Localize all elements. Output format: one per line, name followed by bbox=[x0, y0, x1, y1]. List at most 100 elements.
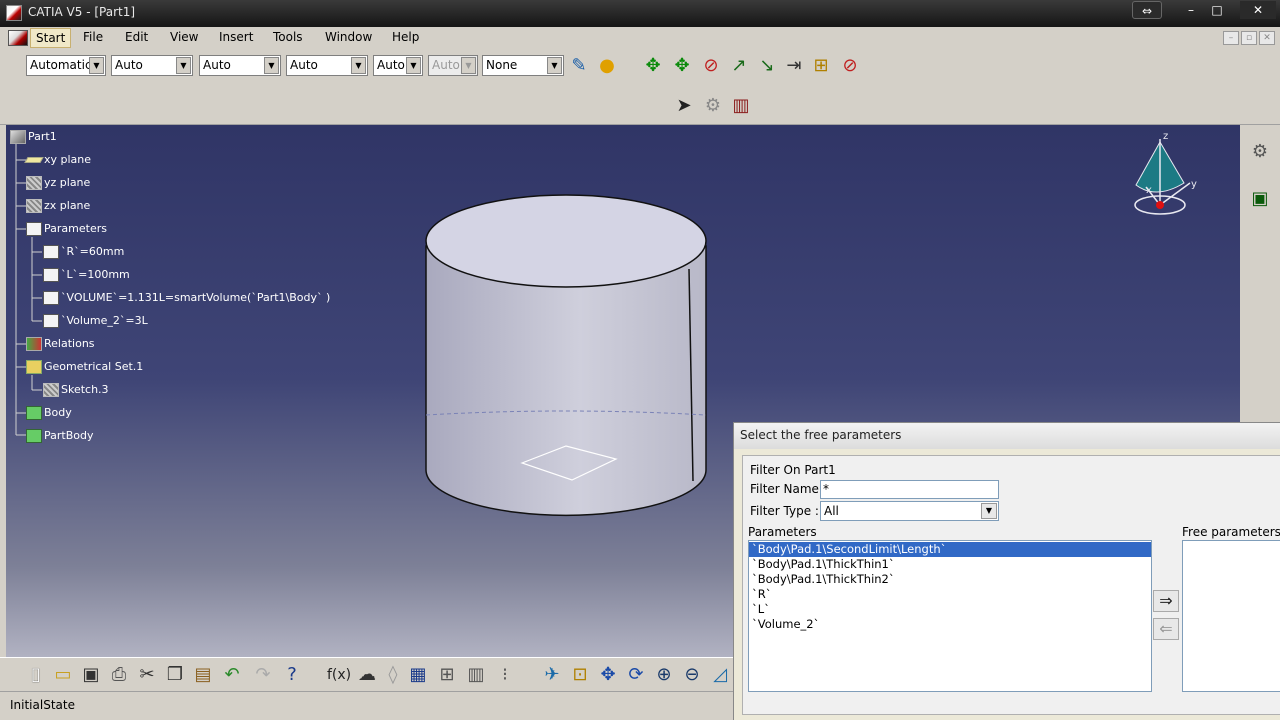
parameter-formula-icon bbox=[43, 291, 59, 305]
compass-y-label: y bbox=[1191, 179, 1197, 190]
list-item[interactable]: `Body\Pad.1\ThickThin2` bbox=[749, 572, 1151, 587]
zoom-in-icon[interactable]: ⊕ bbox=[652, 663, 676, 687]
tree-item-body[interactable]: Body bbox=[26, 403, 72, 423]
tree-item-param-volume-2[interactable]: `Volume_2`=3L bbox=[43, 311, 148, 331]
window-title: CATIA V5 - [Part1] bbox=[28, 5, 136, 19]
table-icon[interactable]: ▦ bbox=[406, 663, 430, 687]
menu-help[interactable]: Help bbox=[392, 30, 419, 44]
material-sphere-icon[interactable]: ● bbox=[595, 54, 619, 78]
menu-window[interactable]: Window bbox=[325, 30, 372, 44]
redo-icon[interactable]: ↷ bbox=[251, 663, 275, 687]
tree-item-part1[interactable]: Part1 bbox=[10, 127, 57, 147]
comment-icon[interactable]: ☁ bbox=[355, 663, 379, 687]
rotate-icon[interactable]: ⟳ bbox=[624, 663, 648, 687]
zoom-out-icon[interactable]: ⊖ bbox=[680, 663, 704, 687]
undo-icon[interactable]: ↶ bbox=[220, 663, 244, 687]
compass[interactable]: z y x bbox=[1134, 131, 1197, 215]
point-symbol-combo[interactable]: Auto ▼ bbox=[373, 55, 423, 76]
save-icon[interactable]: ▣ bbox=[79, 663, 103, 687]
list-item[interactable]: `R` bbox=[749, 587, 1151, 602]
doc-restore-button[interactable]: ▫ bbox=[1241, 31, 1257, 45]
open-icon[interactable]: ▭ bbox=[51, 663, 75, 687]
layer-combo[interactable]: None ▼ bbox=[482, 55, 564, 76]
remove-parameter-button[interactable]: ⇐ bbox=[1153, 618, 1179, 640]
remove-icon[interactable]: ⊘ bbox=[699, 54, 723, 78]
tree-item-param-l[interactable]: `L`=100mm bbox=[43, 265, 130, 285]
resize-button[interactable]: ⇔ bbox=[1132, 1, 1162, 19]
close-button[interactable]: ✕ bbox=[1240, 1, 1276, 19]
menu-file[interactable]: File bbox=[83, 30, 103, 44]
list-item[interactable]: `Volume_2` bbox=[749, 617, 1151, 632]
tree-item-parameters[interactable]: Parameters bbox=[26, 219, 107, 239]
design-table-icon[interactable]: ⊞ bbox=[435, 663, 459, 687]
painter-icon[interactable]: ✎ bbox=[567, 54, 591, 78]
title-bar: CATIA V5 - [Part1] ⇔ – □ ✕ bbox=[0, 0, 1280, 27]
rule-icon[interactable]: ⁝ bbox=[493, 663, 517, 687]
parameters-label: Parameters bbox=[748, 525, 817, 539]
filter-type-label: Filter Type : bbox=[750, 504, 819, 518]
tools-palette-icon[interactable]: ⚙ bbox=[1248, 140, 1272, 164]
doc-minimize-button[interactable]: – bbox=[1223, 31, 1239, 45]
document-icon[interactable] bbox=[8, 30, 28, 46]
select-arrow-icon[interactable]: ➤ bbox=[672, 94, 696, 118]
tree-item-partbody[interactable]: PartBody bbox=[26, 426, 93, 446]
distance-icon[interactable]: ⇥ bbox=[782, 54, 806, 78]
menu-view[interactable]: View bbox=[170, 30, 198, 44]
catia-app-icon[interactable] bbox=[6, 5, 22, 21]
minimize-button[interactable]: – bbox=[1178, 1, 1204, 19]
hide-icon[interactable]: ⊘ bbox=[838, 54, 862, 78]
knowledge-icon[interactable]: ◊ bbox=[381, 663, 405, 687]
filter-type-select[interactable]: All ▼ bbox=[820, 501, 999, 521]
filter-name-input[interactable]: * bbox=[820, 480, 999, 499]
pan-icon[interactable]: ✥ bbox=[596, 663, 620, 687]
add-parameter-button[interactable]: ⇒ bbox=[1153, 590, 1179, 612]
whats-this-icon[interactable]: ? bbox=[280, 663, 304, 687]
cylinder[interactable] bbox=[425, 194, 707, 517]
cut-icon[interactable]: ✂ bbox=[135, 663, 159, 687]
line-type-combo[interactable]: Auto ▼ bbox=[286, 55, 368, 76]
catalog-book-icon[interactable]: ▥ bbox=[464, 663, 488, 687]
tree-item-sketch[interactable]: Sketch.3 bbox=[43, 380, 109, 400]
tree-item-zx-plane[interactable]: zx plane bbox=[26, 196, 90, 216]
parameters-icon bbox=[26, 222, 42, 236]
knowledge-advisor-icon[interactable]: ▣ bbox=[1248, 187, 1272, 211]
paste-icon[interactable]: ▤ bbox=[191, 663, 215, 687]
maximize-button[interactable]: □ bbox=[1204, 1, 1230, 19]
formula-icon[interactable]: f(x) bbox=[327, 663, 351, 687]
fit-all-icon[interactable]: ⊡ bbox=[568, 663, 592, 687]
tree-item-geometrical-set[interactable]: Geometrical Set.1 bbox=[26, 357, 143, 377]
list-item[interactable]: `Body\Pad.1\SecondLimit\Length` bbox=[749, 542, 1151, 557]
free-parameters-list[interactable] bbox=[1182, 540, 1280, 692]
plane-icon bbox=[24, 157, 44, 163]
menu-insert[interactable]: Insert bbox=[219, 30, 253, 44]
tree-item-param-r[interactable]: `R`=60mm bbox=[43, 242, 124, 262]
tree-item-param-volume[interactable]: `VOLUME`=1.131L=smartVolume(`Part1\Body`… bbox=[43, 288, 330, 308]
normal-view-icon[interactable]: ◿ bbox=[708, 663, 732, 687]
print-icon[interactable]: ⎙ bbox=[107, 663, 131, 687]
fly-mode-icon[interactable]: ✈ bbox=[540, 663, 564, 687]
tree-item-relations[interactable]: Relations bbox=[26, 334, 95, 354]
menu-edit[interactable]: Edit bbox=[125, 30, 148, 44]
copy-icon[interactable]: ❐ bbox=[163, 663, 187, 687]
gear-wheel-icon[interactable]: ⚙ bbox=[701, 94, 725, 118]
dialog-title[interactable]: Select the free parameters bbox=[734, 423, 1280, 449]
list-item[interactable]: `L` bbox=[749, 602, 1151, 617]
move-icon[interactable]: ✥ bbox=[641, 54, 665, 78]
sweep-icon[interactable]: ↗ bbox=[727, 54, 751, 78]
menu-start[interactable]: Start bbox=[30, 28, 72, 48]
tree-item-yz-plane[interactable]: yz plane bbox=[26, 173, 90, 193]
menu-tools[interactable]: Tools bbox=[273, 30, 303, 44]
parameters-list[interactable]: `Body\Pad.1\SecondLimit\Length` `Body\Pa… bbox=[748, 540, 1152, 692]
snap-icon[interactable]: ✥ bbox=[670, 54, 694, 78]
line-icon[interactable]: ↘ bbox=[755, 54, 779, 78]
catalog-icon[interactable]: ▥ bbox=[729, 94, 753, 118]
tree-item-xy-plane[interactable]: xy plane bbox=[24, 150, 91, 170]
new-icon[interactable]: ▯ bbox=[24, 663, 48, 687]
transparency-combo[interactable]: Auto ▼ bbox=[111, 55, 193, 76]
list-item[interactable]: `Body\Pad.1\ThickThin1` bbox=[749, 557, 1151, 572]
measure-icon[interactable]: ⊞ bbox=[809, 54, 833, 78]
doc-close-button[interactable]: ✕ bbox=[1259, 31, 1275, 45]
fill-color-combo[interactable]: Automatic ▼ bbox=[26, 55, 106, 76]
parameter-icon bbox=[43, 314, 59, 328]
line-thickness-combo[interactable]: Auto ▼ bbox=[199, 55, 281, 76]
